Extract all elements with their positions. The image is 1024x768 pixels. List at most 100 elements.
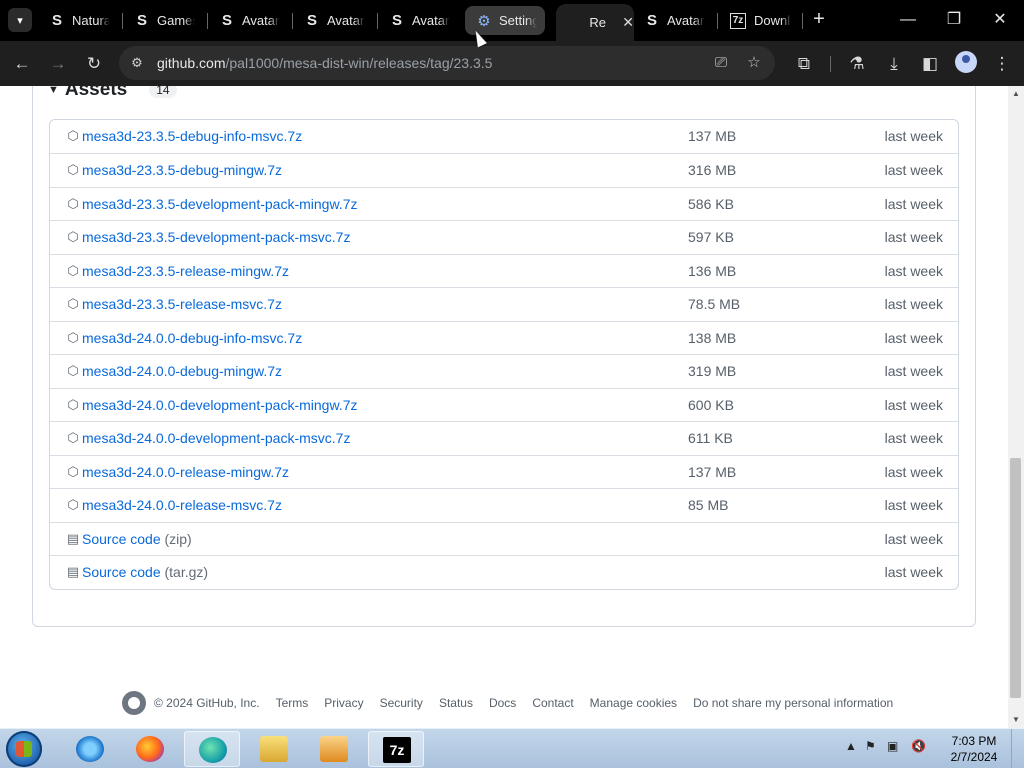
footer-link-status[interactable]: Status (439, 696, 473, 710)
asset-link[interactable]: mesa3d-24.0.0-release-mingw.7z (82, 464, 289, 480)
download-icon[interactable]: ⤓ (880, 50, 908, 78)
asset-row: ⬡ mesa3d-23.3.5-release-mingw.7z 136 MB … (50, 254, 958, 288)
tab-avatar-4[interactable]: S Avatar (633, 6, 713, 35)
url-text[interactable]: github.com/pal1000/mesa-dist-win/release… (157, 55, 492, 71)
tab-title: Avatar (242, 13, 280, 28)
action-center-flag-icon[interactable]: ⚑ (865, 739, 876, 753)
volume-muted-icon[interactable]: 🔇 (911, 739, 926, 753)
asset-link[interactable]: mesa3d-23.3.5-development-pack-msvc.7z (82, 229, 350, 245)
vertical-scrollbar[interactable]: ▲ ▼ (1008, 86, 1024, 728)
back-button[interactable]: ← (8, 50, 36, 78)
minimize-button[interactable]: — (888, 6, 928, 34)
asset-link[interactable]: mesa3d-24.0.0-development-pack-mingw.7z (82, 397, 357, 413)
toolbar-separator (830, 56, 831, 72)
scrollbar-thumb[interactable] (1010, 458, 1021, 698)
profile-avatar[interactable] (955, 51, 977, 73)
footer-copyright: © 2024 GitHub, Inc. (154, 696, 260, 710)
tab-games[interactable]: S Games (123, 6, 203, 35)
close-window-button[interactable]: ✕ (980, 6, 1020, 34)
site-info-icon[interactable]: ⚙ (128, 54, 146, 72)
reload-button[interactable]: ↻ (80, 50, 108, 78)
scroll-up-arrow-icon[interactable]: ▲ (1008, 86, 1024, 102)
footer-link-do-not-share[interactable]: Do not share my personal information (693, 696, 893, 710)
package-icon: ⬡ (67, 397, 79, 412)
clock-date: 2/7/2024 (950, 750, 998, 764)
tab-avatar-2[interactable]: S Avatar (293, 6, 373, 35)
asset-link[interactable]: mesa3d-23.3.5-debug-mingw.7z (82, 162, 282, 178)
tab-title: Setting (499, 13, 537, 28)
menu-kebab-icon[interactable]: ⋮ (988, 50, 1016, 78)
asset-link[interactable]: mesa3d-23.3.5-release-mingw.7z (82, 263, 289, 279)
asset-link[interactable]: mesa3d-23.3.5-debug-info-msvc.7z (82, 128, 302, 144)
package-icon: ⬡ (67, 229, 79, 244)
taskbar-firefox[interactable] (122, 731, 178, 767)
taskbar-edge[interactable] (184, 731, 240, 767)
show-desktop-button[interactable] (1011, 729, 1024, 768)
asset-size: 85 MB (688, 497, 729, 513)
tab-avatar-1[interactable]: S Avatar (208, 6, 288, 35)
new-tab-button[interactable]: + (808, 8, 830, 30)
restore-button[interactable]: ❐ (934, 6, 974, 34)
footer-link-security[interactable]: Security (380, 696, 423, 710)
asset-link[interactable]: mesa3d-24.0.0-debug-info-msvc.7z (82, 330, 302, 346)
tab-releases-active[interactable]: Re ✕ (556, 4, 634, 41)
assets-header[interactable]: ▼ Assets 14 (48, 86, 177, 102)
tab-avatar-3[interactable]: S Avatar (378, 6, 458, 35)
footer-link-privacy[interactable]: Privacy (324, 696, 363, 710)
taskbar-clock[interactable]: 7:03 PM 2/7/2024 (946, 733, 1002, 765)
tab-title: Avatar (667, 13, 705, 28)
labs-flask-icon[interactable]: ⚗ (843, 50, 871, 78)
scroll-down-arrow-icon[interactable]: ▼ (1008, 712, 1024, 728)
site-s-icon: S (646, 12, 657, 29)
taskbar-media-player[interactable] (306, 731, 362, 767)
tab-strip: ▾ S Natura S Games S Avatar S Avatar S A… (0, 0, 1024, 41)
asset-row: ⬡ mesa3d-23.3.5-release-msvc.7z 78.5 MB … (50, 287, 958, 321)
footer-link-terms[interactable]: Terms (276, 696, 309, 710)
asset-date: last week (884, 564, 943, 580)
forward-button[interactable]: → (44, 50, 72, 78)
taskbar-explorer[interactable] (246, 731, 302, 767)
asset-date: last week (884, 162, 943, 178)
extensions-icon[interactable]: ⧉ (790, 50, 818, 78)
tab-search-button[interactable]: ▾ (8, 8, 32, 32)
asset-link[interactable]: mesa3d-24.0.0-debug-mingw.7z (82, 363, 282, 379)
asset-size: 586 KB (688, 196, 734, 212)
tab-natura[interactable]: S Natura (38, 6, 118, 35)
source-zip-link[interactable]: Source code (zip) (82, 531, 192, 547)
chevron-down-icon: ▾ (17, 14, 23, 27)
sevenzip-icon: 7z (730, 12, 746, 29)
github-logo-icon[interactable] (122, 691, 146, 715)
side-panel-icon[interactable]: ◧ (916, 50, 944, 78)
asset-row: ⬡ mesa3d-24.0.0-development-pack-msvc.7z… (50, 421, 958, 455)
footer-link-docs[interactable]: Docs (489, 696, 516, 710)
sevenzip-icon: 7z (383, 737, 411, 763)
asset-link[interactable]: mesa3d-24.0.0-development-pack-msvc.7z (82, 430, 350, 446)
asset-date: last week (884, 430, 943, 446)
internet-explorer-icon (76, 736, 104, 762)
tab-download[interactable]: 7z Downl (718, 6, 798, 35)
asset-date: last week (884, 397, 943, 413)
install-app-icon[interactable]: ⎚ (711, 53, 731, 73)
asset-size: 319 MB (688, 363, 737, 379)
asset-link[interactable]: mesa3d-23.3.5-release-msvc.7z (82, 296, 282, 312)
show-hidden-icons-icon[interactable]: ▲ (845, 739, 857, 753)
asset-date: last week (884, 296, 943, 312)
url-host: github.com (157, 55, 226, 71)
bookmark-star-icon[interactable]: ☆ (744, 53, 764, 73)
network-icon[interactable]: ▣ (887, 739, 898, 753)
taskbar-ie[interactable] (62, 731, 118, 767)
source-targz-link[interactable]: Source code (tar.gz) (82, 564, 208, 580)
asset-link[interactable]: mesa3d-24.0.0-release-msvc.7z (82, 497, 282, 513)
taskbar-7zip[interactable]: 7z (368, 731, 424, 767)
start-button[interactable] (6, 731, 42, 767)
asset-row: ▤ Source code (zip) last week (50, 522, 958, 556)
footer-link-contact[interactable]: Contact (532, 696, 573, 710)
asset-link[interactable]: mesa3d-23.3.5-development-pack-mingw.7z (82, 196, 357, 212)
package-icon: ⬡ (67, 497, 79, 512)
media-player-icon (320, 736, 348, 762)
footer-link-manage-cookies[interactable]: Manage cookies (590, 696, 677, 710)
address-bar[interactable]: ⚙ github.com/pal1000/mesa-dist-win/relea… (119, 46, 775, 80)
asset-size: 136 MB (688, 263, 737, 279)
package-icon: ⬡ (67, 296, 79, 311)
package-icon: ⬡ (67, 162, 79, 177)
